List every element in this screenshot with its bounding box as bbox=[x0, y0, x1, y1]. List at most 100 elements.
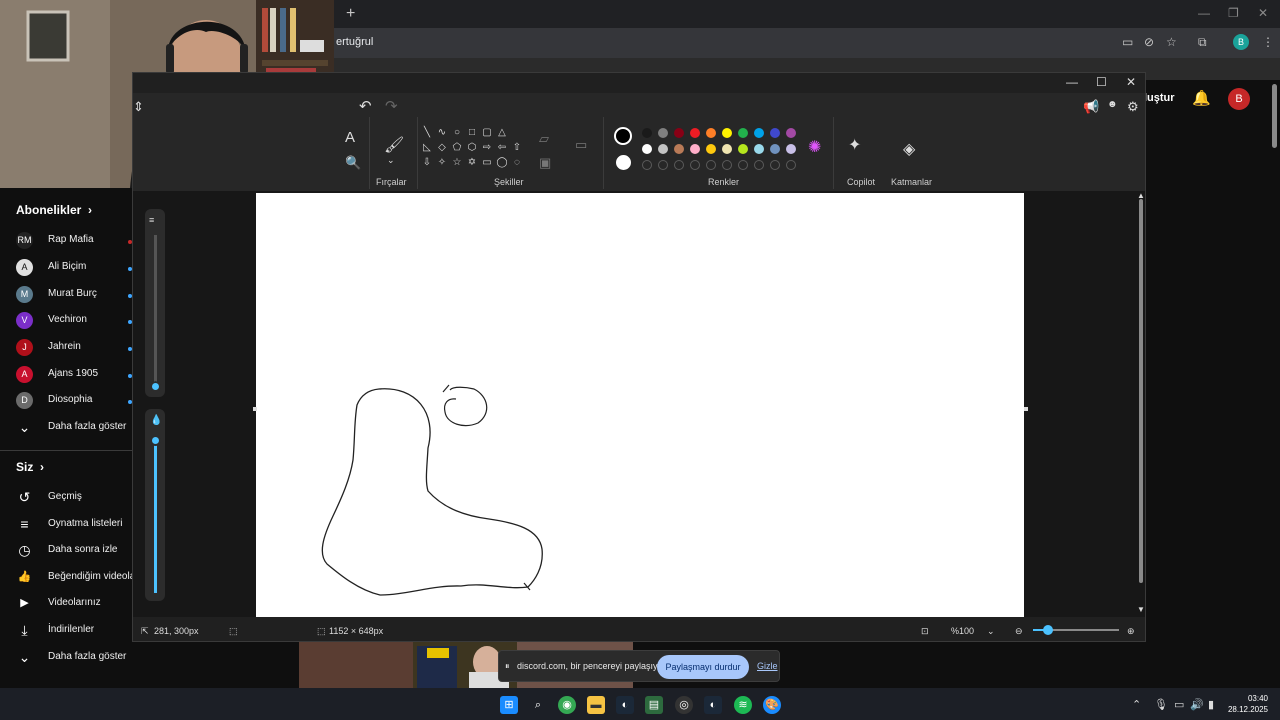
secondary-color[interactable] bbox=[616, 155, 631, 170]
show-more-subscriptions[interactable]: ⌄ Daha fazla göster bbox=[0, 416, 134, 442]
color-swatch[interactable] bbox=[690, 144, 700, 154]
shape-option[interactable]: ✡ bbox=[465, 157, 479, 168]
page-scrollbar[interactable] bbox=[1272, 84, 1277, 148]
shape-option[interactable]: △ bbox=[495, 127, 509, 138]
color-swatch[interactable] bbox=[658, 128, 668, 138]
copilot-icon[interactable]: ✦ bbox=[848, 135, 861, 155]
resize-handle-left[interactable] bbox=[253, 407, 257, 411]
color-swatch[interactable] bbox=[754, 144, 764, 154]
shape-option[interactable]: ⬡ bbox=[465, 142, 479, 153]
gear-icon[interactable]: ⚙ bbox=[1127, 99, 1139, 115]
bell-icon[interactable]: 🔔 bbox=[1192, 89, 1211, 107]
shape-option[interactable]: ∿ bbox=[435, 127, 449, 138]
star-icon[interactable]: ☆ bbox=[1166, 35, 1177, 49]
nav-playlists[interactable]: ≡ Oynatma listeleri bbox=[0, 513, 134, 539]
terminal-icon[interactable]: ▤ bbox=[645, 696, 663, 714]
layers-icon[interactable]: ◈ bbox=[903, 139, 915, 159]
color-swatch[interactable] bbox=[690, 128, 700, 138]
color-swatch[interactable] bbox=[770, 128, 780, 138]
color-swatch[interactable] bbox=[738, 144, 748, 154]
brush-icon[interactable]: 🖌 bbox=[384, 135, 404, 155]
search-icon[interactable]: ⌕ bbox=[529, 696, 547, 714]
shape-option[interactable]: ▢ bbox=[480, 127, 494, 138]
custom-color-slot[interactable] bbox=[658, 160, 668, 170]
close-button[interactable]: ✕ bbox=[1258, 6, 1268, 20]
eye-off-icon[interactable]: ⊘ bbox=[1144, 35, 1154, 49]
drawing-canvas[interactable] bbox=[256, 193, 1024, 617]
shape-option[interactable]: ◯ bbox=[495, 157, 509, 168]
custom-color-slot[interactable] bbox=[754, 160, 764, 170]
subscription-item[interactable]: J Jahrein bbox=[0, 336, 134, 362]
shape-option[interactable]: ☆ bbox=[450, 157, 464, 168]
zoom-level[interactable]: %100 bbox=[951, 626, 974, 636]
volume-icon[interactable]: 🔊 bbox=[1190, 698, 1204, 711]
minimize-button[interactable]: — bbox=[1198, 6, 1210, 20]
opacity-slider[interactable]: 💧 bbox=[145, 409, 165, 601]
slider-thumb[interactable] bbox=[150, 381, 161, 392]
extensions-icon[interactable]: ⧉ bbox=[1198, 35, 1207, 50]
chrome-icon[interactable]: ◉ bbox=[558, 696, 576, 714]
color-swatch[interactable] bbox=[674, 144, 684, 154]
shape-option[interactable]: ╲ bbox=[420, 127, 434, 138]
custom-color-slot[interactable] bbox=[690, 160, 700, 170]
nav-your-videos[interactable]: ▶ Videolarınız bbox=[0, 592, 134, 618]
browser-profile-avatar[interactable]: B bbox=[1233, 34, 1249, 50]
chevron-down-icon[interactable]: ⌄ bbox=[387, 155, 395, 166]
subscription-item[interactable]: RM Rap Mafia bbox=[0, 229, 134, 255]
undo-icon[interactable]: ↶ bbox=[359, 97, 372, 115]
color-swatch[interactable] bbox=[642, 144, 652, 154]
subscription-item[interactable]: V Vechiron bbox=[0, 309, 134, 335]
paint-minimize-button[interactable]: — bbox=[1066, 75, 1078, 89]
steam-icon[interactable]: ◐ bbox=[616, 696, 634, 714]
subscription-item[interactable]: A Ajans 1905 bbox=[0, 363, 134, 389]
redo-icon[interactable]: ↷ bbox=[385, 97, 398, 115]
color-swatch[interactable] bbox=[642, 128, 652, 138]
resize-handle-right[interactable] bbox=[1024, 407, 1028, 411]
shape-option[interactable]: ◌ bbox=[510, 157, 524, 168]
shape-option[interactable]: ⇨ bbox=[480, 142, 494, 153]
color-swatch[interactable] bbox=[754, 128, 764, 138]
shape-option[interactable]: □ bbox=[465, 127, 479, 138]
account-icon[interactable]: ☻ bbox=[1107, 99, 1118, 110]
windows-start-icon[interactable]: ⊞ bbox=[500, 696, 518, 714]
text-tool-icon[interactable]: A bbox=[345, 129, 355, 146]
paint-maximize-button[interactable]: ☐ bbox=[1096, 75, 1107, 89]
you-heading[interactable]: Siz › bbox=[16, 460, 44, 474]
color-swatch[interactable] bbox=[786, 144, 796, 154]
scroll-up-icon[interactable]: ▲ bbox=[1137, 191, 1145, 200]
primary-color[interactable] bbox=[614, 127, 632, 145]
zoom-in-icon[interactable]: ⊕ bbox=[1127, 626, 1135, 637]
show-more-you[interactable]: ⌄ Daha fazla göster bbox=[0, 646, 134, 672]
custom-color-slot[interactable] bbox=[770, 160, 780, 170]
fit-screen-icon[interactable]: ⊡ bbox=[921, 626, 929, 637]
stop-sharing-button[interactable]: Paylaşmayı durdur bbox=[657, 655, 749, 679]
custom-color-slot[interactable] bbox=[674, 160, 684, 170]
shape-option[interactable]: ⇦ bbox=[495, 142, 509, 153]
nav-watch-later[interactable]: ◷ Daha sonra izle bbox=[0, 539, 134, 565]
new-tab-button[interactable]: + bbox=[346, 5, 355, 23]
shape-option[interactable]: ⇩ bbox=[420, 157, 434, 168]
shape-option[interactable]: ○ bbox=[450, 127, 464, 138]
cast-icon[interactable]: ▭ bbox=[1122, 35, 1133, 49]
maximize-button[interactable]: ❐ bbox=[1228, 6, 1239, 20]
file-explorer-icon[interactable]: ▬ bbox=[587, 696, 605, 714]
shape-option[interactable]: ⬠ bbox=[450, 142, 464, 153]
magnifier-icon[interactable]: 🔍 bbox=[345, 155, 361, 171]
battery-icon[interactable]: ▮ bbox=[1208, 698, 1214, 711]
slider-thumb[interactable] bbox=[150, 435, 161, 446]
color-swatch[interactable] bbox=[674, 128, 684, 138]
color-swatch[interactable] bbox=[658, 144, 668, 154]
obs-icon[interactable]: ◎ bbox=[675, 696, 693, 714]
shape-option[interactable]: ✧ bbox=[435, 157, 449, 168]
hide-link[interactable]: Gizle bbox=[757, 661, 778, 671]
custom-color-slot[interactable] bbox=[786, 160, 796, 170]
nav-history[interactable]: ↺ Geçmiş bbox=[0, 486, 134, 512]
scroll-down-icon[interactable]: ▼ bbox=[1137, 605, 1145, 614]
color-swatch[interactable] bbox=[722, 144, 732, 154]
microphone-icon[interactable]: 🎙 bbox=[1154, 698, 1168, 711]
chevron-down-icon[interactable]: ⌄ bbox=[987, 626, 995, 637]
create-button[interactable]: luştur bbox=[1144, 92, 1175, 104]
paint-app-icon[interactable]: 🎨 bbox=[763, 696, 781, 714]
url-text[interactable]: ertuğrul bbox=[336, 36, 373, 48]
color-swatch[interactable] bbox=[706, 144, 716, 154]
